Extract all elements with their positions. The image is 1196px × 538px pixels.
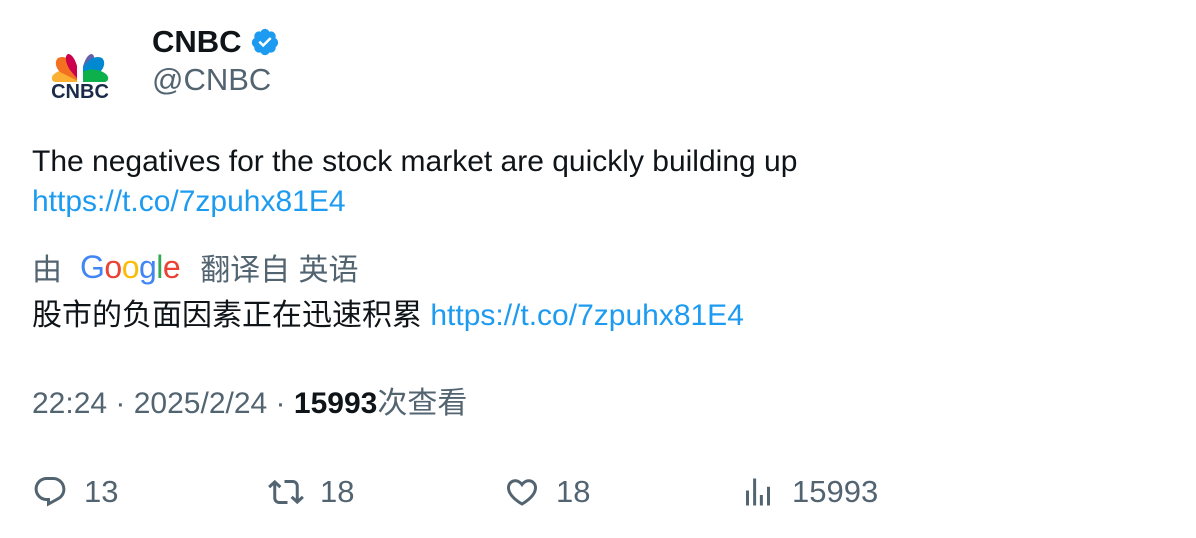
translation-prefix: 由 — [32, 254, 62, 287]
retweet-icon — [268, 479, 304, 505]
tweet-link[interactable]: https://t.co/7zpuhx81E4 — [32, 185, 346, 218]
reply-button[interactable]: 13 — [32, 470, 118, 514]
retweet-count: 18 — [320, 474, 355, 509]
translation-suffix[interactable]: 翻译自 英语 — [200, 245, 358, 289]
tweet-meta: 22:24 · 2025/2/24 · 15993次查看 — [32, 384, 467, 424]
action-bar: 13 18 18 15993 — [0, 470, 1196, 514]
translation-attribution: 由 Google 翻译自 英语 — [32, 245, 359, 289]
tweet-body: The negatives for the stock market are q… — [32, 145, 798, 178]
avatar[interactable]: CNBC — [30, 28, 130, 128]
views-count: 15993 — [293, 387, 378, 420]
like-count: 18 — [556, 474, 591, 509]
google-logo: Google — [80, 248, 181, 285]
meta-separator-2: · — [267, 387, 294, 420]
tweet-time[interactable]: 22:24 — [32, 387, 107, 420]
author-name-row: CNBC — [152, 22, 280, 62]
reply-count: 13 — [84, 474, 119, 509]
reply-icon — [34, 477, 66, 507]
cnbc-peacock-icon: CNBC — [51, 54, 109, 103]
tweet-text: The negatives for the stock market are q… — [32, 142, 1152, 222]
tweet-date[interactable]: 2025/2/24 — [134, 387, 267, 420]
views-label: 次查看 — [377, 387, 468, 420]
author-display-name[interactable]: CNBC — [152, 24, 242, 60]
cnbc-logo-text: CNBC — [51, 81, 109, 103]
meta-separator-1: · — [107, 387, 134, 420]
translated-link[interactable]: https://t.co/7zpuhx81E4 — [430, 299, 744, 332]
heart-icon — [506, 479, 538, 506]
translated-text: 股市的负面因素正在迅速积累 https://t.co/7zpuhx81E4 — [32, 296, 744, 336]
views-chart-icon — [746, 478, 770, 506]
views-action-count: 15993 — [792, 474, 879, 509]
author-handle[interactable]: @CNBC — [152, 62, 271, 98]
like-button[interactable]: 18 — [504, 470, 590, 514]
retweet-button[interactable]: 18 — [268, 470, 354, 514]
views-button[interactable]: 15993 — [740, 470, 878, 514]
verified-badge-icon[interactable] — [250, 27, 280, 57]
translated-body: 股市的负面因素正在迅速积累 — [32, 299, 422, 332]
